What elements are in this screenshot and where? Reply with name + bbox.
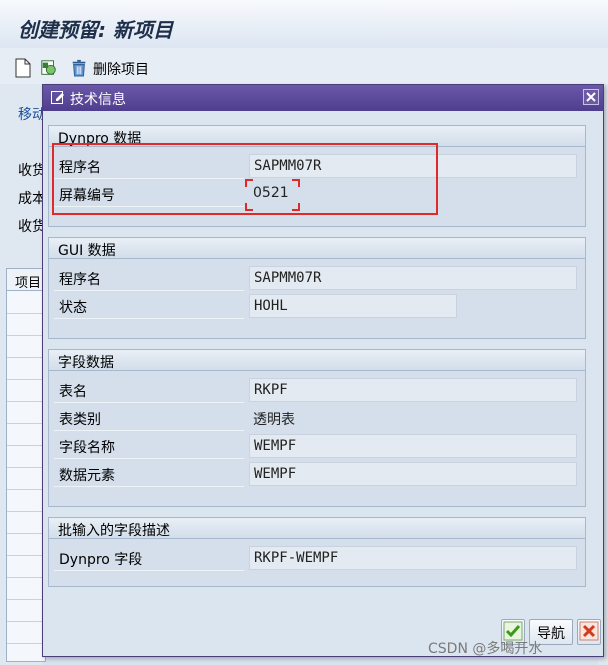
- highlight-corner-tr: [292, 179, 300, 187]
- table-type-value: 透明表: [253, 412, 295, 428]
- gui-program-name-field[interactable]: SAPMM07R: [249, 266, 577, 290]
- app-title-bar: 创建预留: 新项目: [0, 0, 608, 49]
- table-name-label: 表名: [59, 384, 87, 400]
- dialog-title: 技术信息: [70, 92, 126, 108]
- data-element-label: 数据元素: [59, 468, 115, 484]
- highlight-corner-br: [292, 203, 300, 211]
- group-title-gui: GUI 数据: [58, 243, 116, 259]
- edit-window-icon: [51, 91, 64, 104]
- dialog-title-bar[interactable]: 技术信息: [43, 85, 603, 111]
- group-title-batch: 批输入的字段描述: [58, 523, 170, 539]
- app-toolbar: 删除项目: [0, 48, 608, 84]
- highlight-corner-bl: [245, 203, 253, 211]
- dynpro-field-label: Dynpro 字段: [59, 552, 143, 568]
- trash-icon[interactable]: [70, 58, 88, 78]
- group-title-field: 字段数据: [58, 355, 114, 371]
- gui-data-group: GUI 数据 程序名 SAPMM07R 状态 HOHL: [48, 237, 586, 339]
- field-name-field[interactable]: WEMPF: [249, 434, 577, 458]
- highlight-corner-tl: [245, 179, 253, 187]
- status-label: 状态: [59, 300, 87, 316]
- app-title: 创建预留: 新项目: [18, 18, 173, 42]
- table-type-label: 表类别: [59, 412, 101, 428]
- cancel-icon: [579, 621, 599, 641]
- status-field[interactable]: HOHL: [249, 294, 457, 318]
- check-document-icon[interactable]: [40, 58, 58, 78]
- technical-info-dialog: 技术信息 Dynpro 数据 程序名 SAPMM07R 屏幕编号 0521 GU…: [42, 84, 604, 657]
- new-document-icon[interactable]: [14, 58, 32, 78]
- batch-input-group: 批输入的字段描述 Dynpro 字段 RKPF-WEMPF: [48, 517, 586, 587]
- table-name-field[interactable]: RKPF: [249, 378, 577, 402]
- cancel-button[interactable]: [577, 619, 601, 645]
- tab-items[interactable]: 项目: [6, 268, 46, 291]
- data-element-field[interactable]: WEMPF: [249, 462, 577, 486]
- watermark: CSDN @多喝开水: [428, 641, 543, 657]
- dynpro-field-field[interactable]: RKPF-WEMPF: [249, 546, 577, 570]
- field-data-group: 字段数据 表名 RKPF 表类别 透明表 字段名称 WEMPF 数据元素 WEM…: [48, 349, 586, 507]
- gui-program-name-label: 程序名: [59, 272, 101, 288]
- items-grid: [6, 290, 46, 662]
- delete-item-button[interactable]: 删除项目: [93, 59, 149, 79]
- close-button[interactable]: [583, 89, 599, 105]
- close-icon: [586, 92, 596, 102]
- field-name-label: 字段名称: [59, 440, 115, 456]
